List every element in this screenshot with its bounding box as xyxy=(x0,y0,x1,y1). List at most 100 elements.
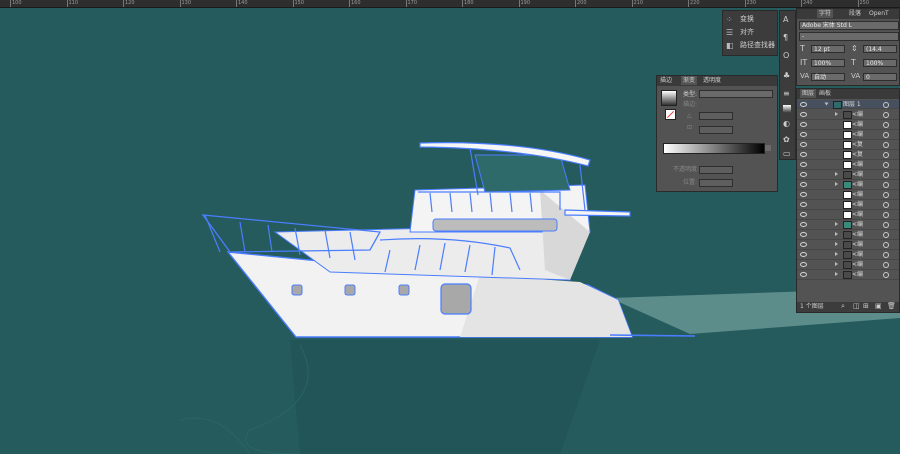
visibility-eye-icon[interactable] xyxy=(800,182,807,187)
visibility-eye-icon[interactable] xyxy=(800,222,807,227)
angle-field[interactable] xyxy=(699,112,733,120)
target-circle-icon[interactable] xyxy=(883,122,889,128)
tab-gradient[interactable]: 渐变 xyxy=(681,76,698,85)
artboards-panel-icon[interactable]: ▭ xyxy=(783,149,791,158)
font-size-field[interactable]: 12 pt xyxy=(811,45,845,53)
visibility-eye-icon[interactable] xyxy=(800,122,807,127)
visibility-eye-icon[interactable] xyxy=(800,262,807,267)
layer-row[interactable]: <编 xyxy=(797,240,899,250)
visibility-eye-icon[interactable] xyxy=(800,162,807,167)
visibility-eye-icon[interactable] xyxy=(800,272,807,277)
font-style-select[interactable]: - xyxy=(799,32,899,41)
expand-arrow-icon[interactable] xyxy=(835,222,838,226)
leading-field[interactable]: (14.4 xyxy=(863,45,897,53)
new-sublayer-icon[interactable]: ⊞ xyxy=(863,302,869,310)
gradient-panel-icon[interactable] xyxy=(783,105,791,113)
menu-item-pathfinder[interactable]: ◧ 路径查找器 xyxy=(726,41,775,50)
layer-row[interactable]: <编 xyxy=(797,250,899,260)
tab-artboards[interactable]: 画板 xyxy=(819,89,831,98)
kerning-field[interactable]: 自动 xyxy=(811,73,845,81)
layer-row[interactable]: <编 xyxy=(797,170,899,180)
layer-row[interactable]: <编 xyxy=(797,260,899,270)
horizontal-scale-field[interactable]: 100% xyxy=(863,59,897,67)
layer-row[interactable]: <编 xyxy=(797,210,899,220)
character-panel-icon[interactable]: A xyxy=(783,15,788,24)
aspect-ratio-field[interactable] xyxy=(699,126,733,134)
target-circle-icon[interactable] xyxy=(883,222,889,228)
tab-transparency[interactable]: 透明度 xyxy=(703,76,721,85)
expand-arrow-icon[interactable] xyxy=(835,252,838,256)
visibility-eye-icon[interactable] xyxy=(800,212,807,217)
target-circle-icon[interactable] xyxy=(883,112,889,118)
visibility-eye-icon[interactable] xyxy=(800,152,807,157)
visibility-eye-icon[interactable] xyxy=(800,112,807,117)
visibility-eye-icon[interactable] xyxy=(800,202,807,207)
layer-row[interactable]: <编 xyxy=(797,110,899,120)
layer-row-top[interactable]: 图层 1 xyxy=(797,100,899,109)
visibility-eye-icon[interactable] xyxy=(800,232,807,237)
target-circle-icon[interactable] xyxy=(883,232,889,238)
gradient-slider[interactable] xyxy=(663,143,765,154)
menu-item-align[interactable]: ☰ 对齐 xyxy=(726,28,754,37)
layer-row[interactable]: <复 xyxy=(797,150,899,160)
expand-arrow-icon[interactable] xyxy=(835,262,838,266)
layer-row[interactable]: <编 xyxy=(797,270,899,280)
paragraph-panel-icon[interactable]: ¶ xyxy=(783,33,788,42)
visibility-eye-icon[interactable] xyxy=(800,172,807,177)
layer-row[interactable]: <编 xyxy=(797,160,899,170)
target-circle-icon[interactable] xyxy=(883,252,889,258)
menu-item-transform[interactable]: ⁘ 变换 xyxy=(726,15,754,24)
target-circle-icon[interactable] xyxy=(883,242,889,248)
opentype-panel-icon[interactable]: O xyxy=(783,51,789,60)
visibility-eye-icon[interactable] xyxy=(800,102,807,107)
tab-character[interactable]: 字符 xyxy=(817,9,834,18)
swatches-panel-icon[interactable]: ♣ xyxy=(783,71,790,80)
tab-paragraph[interactable]: 段落 xyxy=(849,9,861,18)
layer-row[interactable]: <编 xyxy=(797,180,899,190)
expand-arrow-icon[interactable] xyxy=(824,102,829,106)
expand-arrow-icon[interactable] xyxy=(835,242,838,246)
tab-stroke[interactable]: 描边 xyxy=(660,76,672,85)
tab-layers[interactable]: 图层 xyxy=(800,89,817,98)
delete-layer-icon[interactable]: 🗑 xyxy=(887,302,896,310)
position-field[interactable] xyxy=(699,179,733,187)
symbols-panel-icon[interactable]: ✿ xyxy=(783,135,790,144)
visibility-eye-icon[interactable] xyxy=(800,142,807,147)
target-circle-icon[interactable] xyxy=(883,162,889,168)
delete-stop-icon[interactable] xyxy=(765,145,771,151)
expand-arrow-icon[interactable] xyxy=(835,112,838,116)
opacity-field[interactable] xyxy=(699,166,733,174)
visibility-eye-icon[interactable] xyxy=(800,242,807,247)
target-circle-icon[interactable] xyxy=(883,272,889,278)
locate-object-icon[interactable]: ⌕ xyxy=(841,302,845,311)
layer-row[interactable]: <编 xyxy=(797,220,899,230)
target-circle-icon[interactable] xyxy=(883,172,889,178)
target-circle-icon[interactable] xyxy=(883,102,889,108)
reverse-gradient-icon[interactable] xyxy=(665,109,676,120)
tracking-field[interactable]: 0 xyxy=(863,73,897,81)
gradient-type-select[interactable] xyxy=(699,90,773,98)
target-circle-icon[interactable] xyxy=(883,152,889,158)
target-circle-icon[interactable] xyxy=(883,182,889,188)
visibility-eye-icon[interactable] xyxy=(800,132,807,137)
expand-arrow-icon[interactable] xyxy=(835,272,838,276)
expand-arrow-icon[interactable] xyxy=(835,172,838,176)
gradient-preview-swatch[interactable] xyxy=(661,90,677,106)
target-circle-icon[interactable] xyxy=(883,132,889,138)
font-family-select[interactable]: Adobe 宋体 Std L xyxy=(799,21,899,30)
layer-row[interactable]: <编 xyxy=(797,200,899,210)
appearance-panel-icon[interactable]: ◐ xyxy=(783,119,790,128)
target-circle-icon[interactable] xyxy=(883,142,889,148)
layer-row[interactable]: <编 xyxy=(797,130,899,140)
visibility-eye-icon[interactable] xyxy=(800,192,807,197)
target-circle-icon[interactable] xyxy=(883,212,889,218)
layer-row[interactable]: <编 xyxy=(797,190,899,200)
expand-arrow-icon[interactable] xyxy=(835,232,838,236)
expand-arrow-icon[interactable] xyxy=(835,182,838,186)
stroke-panel-icon[interactable]: ≡ xyxy=(783,89,790,98)
target-circle-icon[interactable] xyxy=(883,192,889,198)
layer-row[interactable]: <复 xyxy=(797,140,899,150)
target-circle-icon[interactable] xyxy=(883,262,889,268)
tab-opentype[interactable]: OpenT xyxy=(869,9,889,18)
layer-row[interactable]: <编 xyxy=(797,230,899,240)
